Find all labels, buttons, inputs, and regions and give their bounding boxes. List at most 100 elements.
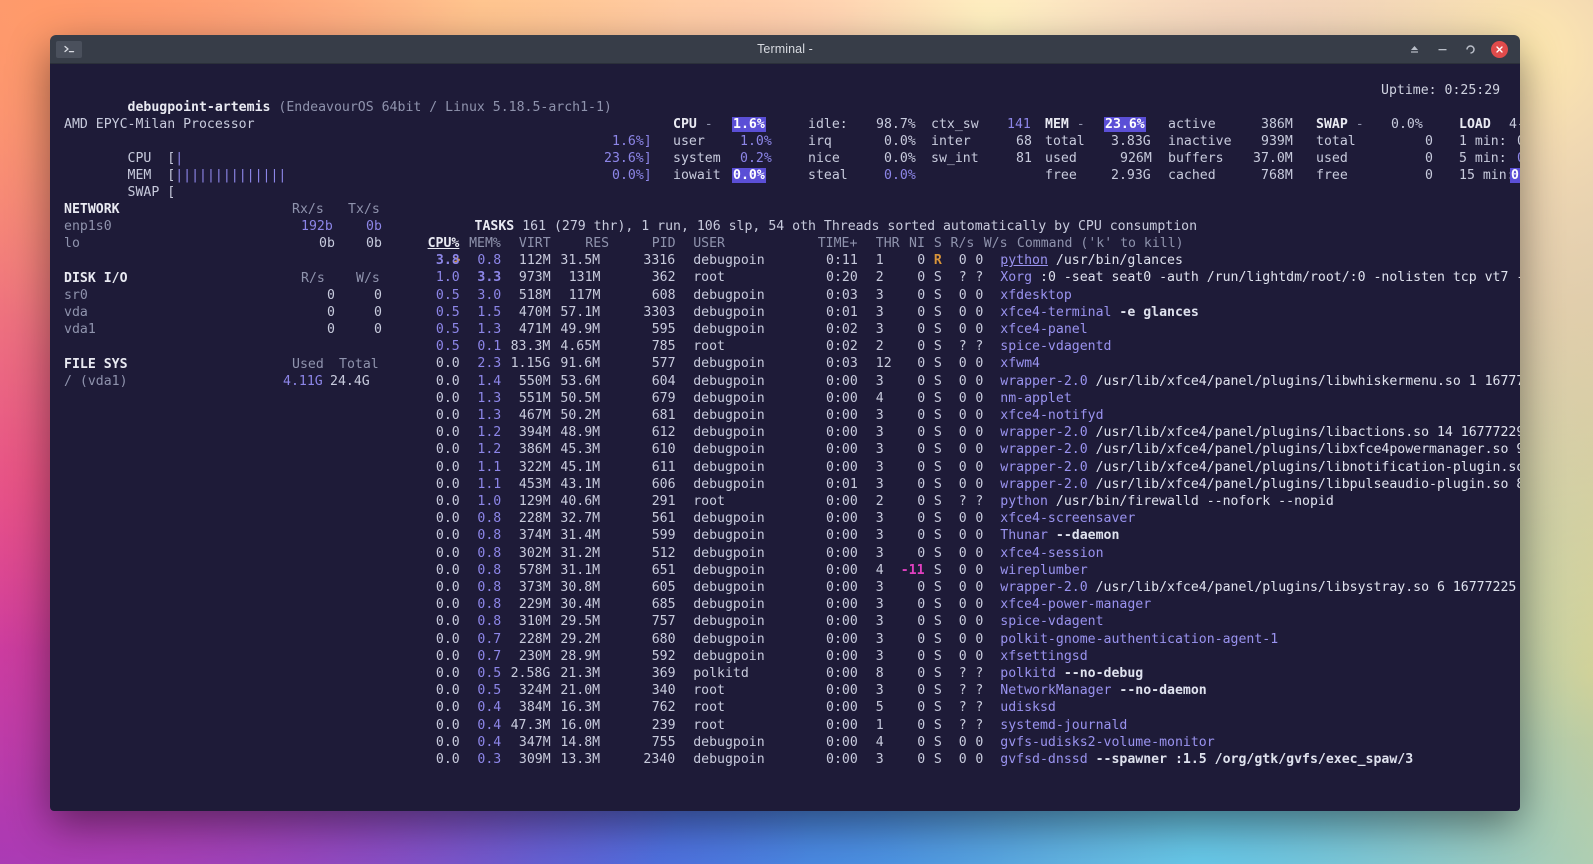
process-thr: 3	[876, 682, 884, 699]
process-read: ?	[959, 338, 967, 355]
process-res: 40.6M	[560, 493, 600, 510]
window-titlebar[interactable]: Terminal -	[50, 35, 1520, 64]
process-user: debugpoin	[693, 579, 764, 596]
process-col-header[interactable]: USER	[693, 235, 725, 252]
process-cpu: 0.0	[436, 717, 460, 734]
process-cpu: 0.0	[436, 459, 460, 476]
swap-total-value: 0	[1425, 133, 1433, 150]
process-write: 0	[975, 545, 983, 562]
swap-used-value: 0	[1425, 150, 1433, 167]
swap-used-key: used	[1316, 150, 1348, 167]
process-col-header[interactable]: R/s	[951, 235, 975, 252]
process-res: 29.5M	[560, 613, 600, 630]
process-col-header[interactable]: RES	[585, 235, 609, 252]
cpu-irq-value: 0.0%	[884, 133, 916, 150]
network-row-name: lo	[64, 235, 80, 252]
cpu-iowait-value: 0.0%	[732, 168, 766, 183]
process-command-name: wrapper-2.0	[1000, 477, 1087, 492]
process-thr: 2	[876, 269, 884, 286]
process-col-header[interactable]: TIME+	[818, 235, 858, 252]
process-pid: 577	[652, 355, 676, 372]
process-virt: 322M	[519, 459, 551, 476]
process-col-header[interactable]: S	[934, 235, 942, 252]
maximize-icon[interactable]	[1463, 42, 1477, 56]
process-time: 0:00	[826, 613, 858, 630]
process-thr: 3	[876, 596, 884, 613]
process-col-header[interactable]: PID	[652, 235, 676, 252]
process-command-args: --no-debug	[1056, 666, 1143, 681]
process-state: S	[934, 613, 942, 630]
process-mem: 0.3	[477, 751, 501, 768]
process-time: 0:00	[826, 373, 858, 390]
shade-icon[interactable]	[1407, 42, 1421, 56]
process-col-header[interactable]: MEM%	[469, 235, 501, 252]
minimize-icon[interactable]	[1435, 42, 1449, 56]
process-time: 0:00	[826, 545, 858, 562]
process-state: S	[934, 493, 942, 510]
process-cpu: 0.5	[436, 304, 460, 321]
process-user: debugpoin	[693, 287, 764, 304]
process-user: root	[693, 338, 725, 355]
process-user: debugpoin	[693, 734, 764, 751]
process-virt: 2.58G	[511, 665, 551, 682]
process-command: python /usr/bin/firewalld --nofork --nop…	[1000, 493, 1333, 510]
process-command: systemd-journald	[1000, 717, 1127, 734]
process-read: 0	[959, 304, 967, 321]
terminal-screen[interactable]: debugpoint-artemis (EndeavourOS 64bit / …	[50, 64, 1520, 811]
process-pid: 679	[652, 390, 676, 407]
process-col-header[interactable]: THR	[876, 235, 900, 252]
process-command: wrapper-2.0 /usr/lib/xfce4/panel/plugins…	[1000, 476, 1520, 493]
process-virt: 347M	[519, 734, 551, 751]
process-command-args: /usr/bin/glances	[1048, 253, 1183, 268]
process-time: 0:00	[826, 682, 858, 699]
process-res: 13.3M	[560, 751, 600, 768]
process-res: 45.1M	[560, 459, 600, 476]
process-thr: 3	[876, 631, 884, 648]
process-nice: 0	[917, 579, 925, 596]
process-time: 0:00	[826, 407, 858, 424]
process-command-name: nm-applet	[1000, 391, 1071, 406]
process-mem: 1.5	[477, 304, 501, 321]
cpu-idle-key: idle:	[808, 116, 848, 133]
process-command-name: NetworkManager	[1000, 683, 1111, 698]
cpu-steal-value: 0.0%	[884, 167, 916, 184]
process-nice: 0	[917, 596, 925, 613]
process-col-header[interactable]: W/s	[984, 235, 1008, 252]
process-command-name: polkitd	[1000, 666, 1056, 681]
process-virt: 467M	[519, 407, 551, 424]
process-cpu: 0.0	[436, 665, 460, 682]
load-15min-value: 0.04	[1510, 168, 1520, 183]
process-state: S	[934, 717, 942, 734]
close-icon[interactable]	[1491, 41, 1508, 58]
process-command-name: wrapper-2.0	[1000, 425, 1087, 440]
process-mem: 0.4	[477, 717, 501, 734]
process-read: 0	[959, 252, 967, 269]
process-time: 0:02	[826, 321, 858, 338]
process-command: NetworkManager --no-daemon	[1000, 682, 1206, 699]
process-col-header[interactable]: Command ('k' to kill)	[1017, 235, 1184, 252]
filesys-row-used: 4.11G	[283, 373, 323, 390]
process-command: xfsettingsd	[1000, 648, 1087, 665]
process-read: ?	[959, 269, 967, 286]
process-cpu: 3.8	[436, 252, 460, 269]
process-state: S	[934, 459, 942, 476]
process-nice: 0	[917, 545, 925, 562]
cpu-title-label: CPU	[673, 117, 697, 132]
process-mem: 0.7	[477, 631, 501, 648]
process-command: python /usr/bin/glances	[1000, 252, 1183, 269]
process-pid: 611	[652, 459, 676, 476]
process-cpu: 0.0	[436, 527, 460, 544]
process-command: nm-applet	[1000, 390, 1071, 407]
process-state: S	[934, 596, 942, 613]
process-command-name: wrapper-2.0	[1000, 460, 1087, 475]
process-col-header[interactable]: VIRT	[519, 235, 551, 252]
process-mem: 1.4	[477, 373, 501, 390]
hostname: debugpoint-artemis	[128, 100, 271, 115]
process-pid: 599	[652, 527, 676, 544]
process-col-header[interactable]: NI	[909, 235, 925, 252]
process-col-header[interactable]: CPU%	[428, 235, 460, 252]
load-title: LOAD	[1459, 116, 1491, 133]
process-read: 0	[959, 355, 967, 372]
process-command: udisksd	[1000, 699, 1056, 716]
load-5min-key: 5 min:	[1459, 150, 1507, 167]
